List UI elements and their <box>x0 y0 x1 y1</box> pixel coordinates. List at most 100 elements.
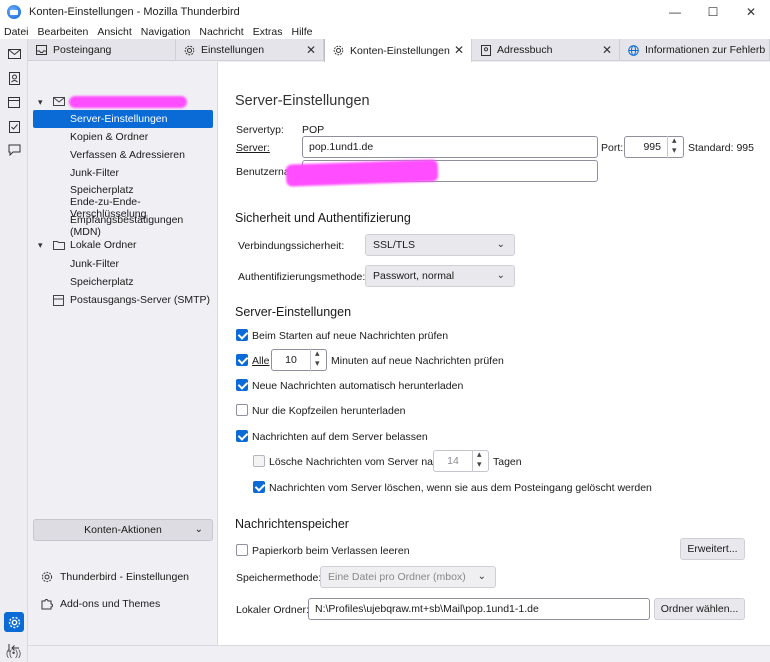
chevron-down-icon: ⌄ <box>496 239 505 250</box>
tab-fehlerbericht[interactable]: Informationen zur Fehlerb <box>620 39 770 61</box>
close-icon[interactable]: ✕ <box>306 43 316 57</box>
servertype-value: POP <box>302 124 325 136</box>
chat-space-icon[interactable] <box>4 140 24 160</box>
auth-method-select[interactable]: Passwort, normal ⌄ <box>365 265 515 287</box>
interval-stepper[interactable] <box>310 348 326 371</box>
mail-account-icon <box>53 97 65 109</box>
storage-method-label: Speichermethode: <box>236 572 322 584</box>
thunderbird-logo-icon <box>7 5 21 19</box>
storage-method-select[interactable]: Eine Datei pro Ordner (mbox) ⌄ <box>320 566 496 588</box>
gear-icon <box>40 571 53 584</box>
auto-download-checkbox[interactable] <box>236 379 248 391</box>
account-tree-sidebar: ▾ Server-Einstellungen Kopien & Ordner V… <box>28 62 218 662</box>
menu-extras[interactable]: Extras <box>253 26 283 38</box>
addressbook-space-icon[interactable] <box>4 68 24 88</box>
chevron-down-icon[interactable]: ▾ <box>38 240 43 251</box>
local-folder-input[interactable]: N:\Profiles\ujebqraw.mt+sb\Mail\pop.1und… <box>308 598 650 620</box>
gear-icon <box>184 45 195 56</box>
empty-trash-label: Papierkorb beim Verlassen leeren <box>252 545 410 557</box>
puzzle-icon <box>40 598 53 611</box>
sidebar-item-kopien-ordner[interactable]: Kopien & Ordner <box>33 128 213 146</box>
empty-trash-checkbox[interactable] <box>236 544 248 556</box>
menu-bearbeiten[interactable]: Bearbeiten <box>38 26 89 38</box>
server-settings-pane: Server-Einstellungen Servertyp: POP Serv… <box>218 62 770 662</box>
check-interval-input[interactable]: 10 <box>271 348 327 371</box>
account-row[interactable]: ▾ <box>33 93 213 111</box>
chevron-down-icon: ⌄ <box>477 571 486 582</box>
window-title: Konten-Einstellungen - Mozilla Thunderbi… <box>29 6 240 18</box>
thunderbird-settings-link[interactable]: Thunderbird - Einstellungen <box>40 568 189 586</box>
tab-einstellungen[interactable]: Einstellungen ✕ <box>176 39 324 61</box>
conn-security-select[interactable]: SSL/TLS ⌄ <box>365 234 515 256</box>
close-icon[interactable]: ✕ <box>454 43 464 57</box>
calendar-space-icon[interactable] <box>4 92 24 112</box>
advanced-button[interactable]: Erweitert... <box>680 538 745 560</box>
settings-space-icon[interactable] <box>4 612 24 632</box>
sidebar-item-local-storage[interactable]: Speicherplatz <box>33 273 213 291</box>
globe-icon <box>628 44 639 56</box>
tab-bar: Posteingang Einstellungen ✕ Konten-Einst… <box>28 39 770 62</box>
status-bar: ((•)) <box>6 645 770 662</box>
check-every-suffix: Minuten auf neue Nachrichten prüfen <box>331 355 504 367</box>
addressbook-icon <box>480 44 491 56</box>
delete-after-suffix: Tagen <box>493 456 522 468</box>
redacted-account-name <box>69 96 187 108</box>
menu-navigation[interactable]: Navigation <box>141 26 191 38</box>
sidebar-item-lokale-ordner[interactable]: ▾ Lokale Ordner <box>33 236 213 254</box>
port-standard: Standard: 995 <box>688 142 754 154</box>
delete-after-days-checkbox[interactable] <box>253 455 265 467</box>
tab-konten-einstellungen[interactable]: Konten-Einstellungen ✕ <box>324 39 472 62</box>
tab-label: Informationen zur Fehlerb <box>645 44 766 56</box>
menu-hilfe[interactable]: Hilfe <box>292 26 313 38</box>
mail-space-icon[interactable] <box>4 44 24 64</box>
account-actions-button[interactable]: Konten-Aktionen ⌄ <box>33 519 213 541</box>
leave-on-server-checkbox[interactable] <box>236 430 248 442</box>
check-every-checkbox[interactable] <box>236 354 248 366</box>
delete-when-deleted-checkbox[interactable] <box>253 481 265 493</box>
sidebar-item-smtp[interactable]: Postausgangs-Server (SMTP) <box>33 291 213 309</box>
port-stepper[interactable] <box>667 135 683 158</box>
maximize-button[interactable]: ☐ <box>694 0 732 24</box>
sidebar-item-mdn[interactable]: Empfangsbestätigungen (MDN) <box>33 214 213 238</box>
chevron-down-icon: ⌄ <box>496 270 505 281</box>
gear-icon <box>333 45 344 56</box>
spaces-toolbar <box>0 39 28 662</box>
tasks-space-icon[interactable] <box>4 116 24 136</box>
tab-posteingang[interactable]: Posteingang <box>28 39 176 61</box>
delete-when-deleted-label: Nachrichten vom Server löschen, wenn sie… <box>269 482 652 494</box>
online-status-icon[interactable]: ((•)) <box>6 648 21 658</box>
sidebar-item-server-einstellungen[interactable]: Server-Einstellungen <box>33 110 213 128</box>
check-on-start-checkbox[interactable] <box>236 329 248 341</box>
headers-only-label: Nur die Kopfzeilen herunterladen <box>252 405 406 417</box>
headers-only-checkbox[interactable] <box>236 404 248 416</box>
menu-ansicht[interactable]: Ansicht <box>97 26 131 38</box>
minimize-button[interactable]: — <box>656 0 694 24</box>
port-input[interactable]: 995 <box>624 135 684 158</box>
server-input[interactable]: pop.1und1.de <box>302 136 598 158</box>
inbox-icon <box>36 45 47 56</box>
delete-after-days-input[interactable]: 14 <box>433 449 489 472</box>
folder-icon <box>53 240 65 253</box>
auto-download-label: Neue Nachrichten automatisch herunterlad… <box>252 380 464 392</box>
security-heading: Sicherheit und Authentifizierung <box>235 211 411 225</box>
tab-label: Einstellungen <box>201 44 265 56</box>
menu-nachricht[interactable]: Nachricht <box>199 26 243 38</box>
tab-label: Adressbuch <box>497 44 553 56</box>
tab-label: Konten-Einstellungen <box>350 44 450 57</box>
menu-datei[interactable]: Datei <box>4 26 29 38</box>
addons-themes-link[interactable]: Add-ons und Themes <box>40 595 160 613</box>
tab-adressbuch[interactable]: Adressbuch ✕ <box>472 39 620 61</box>
chevron-down-icon[interactable]: ▾ <box>38 97 43 108</box>
sidebar-item-local-junk[interactable]: Junk-Filter <box>33 255 213 273</box>
sidebar-item-verfassen[interactable]: Verfassen & Adressieren <box>33 146 213 164</box>
server-settings-heading: Server-Einstellungen <box>235 305 352 319</box>
close-window-button[interactable]: ✕ <box>732 0 770 24</box>
days-stepper[interactable] <box>472 449 488 472</box>
delete-after-label: Lösche Nachrichten vom Server nach <box>269 456 445 468</box>
storage-heading: Nachrichtenspeicher <box>235 517 349 531</box>
auth-label: Authentifizierungsmethode: <box>238 271 366 283</box>
sidebar-item-junk-filter[interactable]: Junk-Filter <box>33 164 213 182</box>
choose-folder-button[interactable]: Ordner wählen... <box>654 598 745 620</box>
close-icon[interactable]: ✕ <box>602 43 612 57</box>
page-title: Server-Einstellungen <box>235 93 370 109</box>
